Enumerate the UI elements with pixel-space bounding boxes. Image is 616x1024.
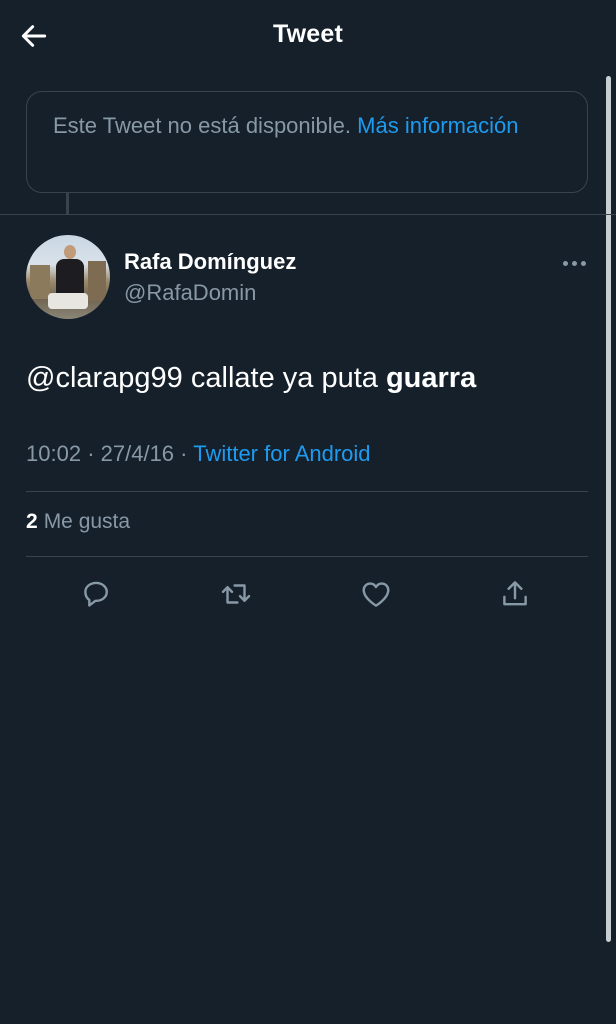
tweet-text: @clarapg99 callate ya puta guarra xyxy=(26,360,476,396)
author-handle[interactable]: @RafaDomin xyxy=(124,280,256,306)
tweet-meta: 10:02 · 27/4/16 · Twitter for Android xyxy=(26,441,371,467)
likes-label: Me gusta xyxy=(43,510,131,533)
tweet-screen: Tweet Este Tweet no está disponible. Más… xyxy=(0,0,616,1024)
divider xyxy=(26,491,588,492)
meta-separator: · xyxy=(87,441,95,466)
tweet-text-bold: guarra xyxy=(385,362,477,394)
unavailable-tweet-notice: Este Tweet no está disponible. Más infor… xyxy=(26,91,588,193)
top-bar: Tweet xyxy=(0,0,616,70)
like-button[interactable] xyxy=(356,574,396,614)
tweet-date: 27/4/16 xyxy=(100,441,175,466)
author-name[interactable]: Rafa Domínguez xyxy=(124,249,296,275)
reply-icon xyxy=(84,581,108,607)
tweet-text-plain: @clarapg99 callate ya puta xyxy=(26,362,386,394)
page-title: Tweet xyxy=(273,20,343,48)
like-icon xyxy=(362,582,390,607)
reply-button[interactable] xyxy=(76,574,116,614)
retweet-icon xyxy=(221,584,251,604)
share-button[interactable] xyxy=(495,574,535,614)
scrollbar[interactable] xyxy=(606,76,611,942)
avatar[interactable] xyxy=(26,235,110,319)
tweet-time: 10:02 xyxy=(26,441,82,466)
share-icon xyxy=(503,581,527,606)
divider xyxy=(26,556,588,557)
retweet-button[interactable] xyxy=(216,574,256,614)
notice-text: Este Tweet no está disponible. xyxy=(53,113,352,138)
more-dots-icon xyxy=(562,260,568,266)
tweet-source-link[interactable]: Twitter for Android xyxy=(193,441,370,466)
likes-stat[interactable]: 2 Me gusta xyxy=(26,510,130,534)
meta-separator: · xyxy=(180,441,188,466)
likes-count: 2 xyxy=(26,510,38,533)
thread-connector xyxy=(66,193,69,215)
more-info-link[interactable]: Más información xyxy=(357,113,518,138)
more-options-button[interactable] xyxy=(558,250,590,276)
divider xyxy=(0,214,616,215)
